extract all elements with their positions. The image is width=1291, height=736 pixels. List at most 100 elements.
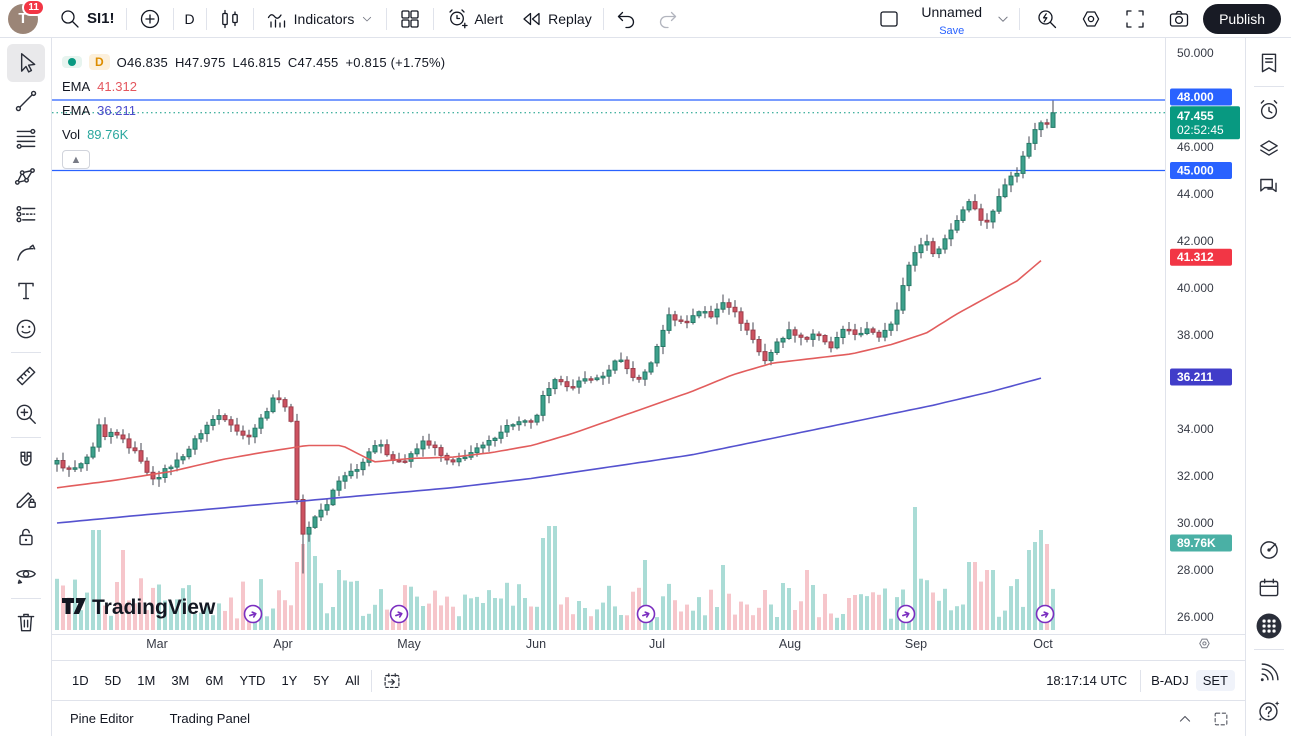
chevron-down-icon[interactable] (994, 10, 1012, 28)
data-mode-icon[interactable] (62, 56, 82, 68)
divider (126, 8, 127, 30)
tool-remove-drawings-icon[interactable] (7, 603, 45, 641)
legend-volume-row[interactable]: Vol 89.76K (62, 122, 445, 146)
price-scale-settings-icon[interactable] (1200, 639, 1209, 648)
compare-add-button[interactable] (130, 5, 170, 33)
range-1m[interactable]: 1M (129, 669, 163, 692)
price-badge: 48.000 (1170, 89, 1232, 106)
range-5d[interactable]: 5D (97, 669, 130, 692)
tool-help-icon[interactable] (1250, 692, 1288, 730)
layout-name-button[interactable]: Unnamed Save (913, 5, 990, 33)
create-alert-button[interactable]: Alert (437, 5, 511, 33)
tool-drawing-mode-icon[interactable] (7, 480, 45, 518)
ema-fast-line[interactable] (57, 261, 1041, 488)
symbol-search-button[interactable]: SI1! (50, 5, 123, 33)
interval-badge[interactable]: D (89, 54, 110, 70)
tool-hide-drawings-icon[interactable] (7, 556, 45, 594)
indicators-button[interactable]: Indicators (257, 5, 384, 33)
legend-ema-fast-row[interactable]: EMA 41.312 (62, 74, 445, 98)
tool-brush-icon[interactable] (7, 234, 45, 272)
help-icon (1256, 698, 1282, 724)
adjust-toggle[interactable]: B-ADJ (1144, 670, 1196, 691)
replay-button[interactable]: Replay (511, 5, 600, 33)
fullscreen-button[interactable] (1115, 5, 1155, 33)
tab-trading-panel[interactable]: Trading Panel (170, 711, 250, 726)
chevron-down-icon (359, 11, 375, 27)
right-toolbar (1245, 38, 1291, 736)
range-6m[interactable]: 6M (197, 669, 231, 692)
tool-text-icon[interactable] (7, 272, 45, 310)
undo-button[interactable] (607, 5, 647, 33)
range-5y[interactable]: 5Y (305, 669, 337, 692)
legend-main-row[interactable]: D O46.835 H47.975 L46.815 C47.455 +0.815… (62, 50, 445, 74)
legend-collapse-button[interactable]: ▲ (62, 150, 90, 169)
price-tick: 28.000 (1177, 563, 1214, 577)
tool-fib-retracement-icon[interactable] (7, 120, 45, 158)
range-all[interactable]: All (337, 669, 367, 692)
magnet-icon (13, 448, 39, 474)
contract-rollover-marker[interactable] (245, 606, 262, 623)
panel-expand-icon[interactable] (1175, 709, 1195, 729)
tool-cursor-icon[interactable] (7, 44, 45, 82)
range-1d[interactable]: 1D (64, 669, 97, 692)
contract-rollover-marker[interactable] (391, 606, 408, 623)
tool-signal-icon[interactable] (1250, 654, 1288, 692)
divider (386, 8, 387, 30)
chart-legend: D O46.835 H47.975 L46.815 C47.455 +0.815… (62, 50, 445, 169)
redo-button[interactable] (647, 5, 687, 33)
tab-pine-editor[interactable]: Pine Editor (70, 711, 134, 726)
tool-zoom-in-icon[interactable] (7, 395, 45, 433)
quick-search-button[interactable] (1027, 5, 1067, 33)
top-toolbar: T 11 SI1! D Indicators (0, 0, 1291, 38)
divider (11, 598, 41, 599)
remove-drawings-icon (13, 609, 39, 635)
tool-xabcd-pattern-icon[interactable] (7, 158, 45, 196)
svg-text:45.000: 45.000 (1177, 164, 1214, 178)
range-1y[interactable]: 1Y (273, 669, 305, 692)
object-tree-icon (1256, 135, 1282, 161)
legend-ema-slow-row[interactable]: EMA 36.211 (62, 98, 445, 122)
contract-rollover-marker[interactable] (898, 606, 915, 623)
user-menu-button[interactable]: T 11 (8, 4, 38, 34)
price-tick: 38.000 (1177, 328, 1214, 342)
tool-watchlist-icon[interactable] (1250, 44, 1288, 82)
clock-utc[interactable]: 18:17:14 UTC (1046, 673, 1137, 688)
divider (1019, 8, 1020, 30)
alert-label: Alert (474, 11, 503, 27)
tool-alerts-icon[interactable] (1250, 91, 1288, 129)
snapshot-button[interactable] (1159, 5, 1199, 33)
tool-trend-line-icon[interactable] (7, 82, 45, 120)
layout-grid-button[interactable] (390, 5, 430, 33)
tool-apps-grid-icon[interactable] (1250, 607, 1288, 645)
save-layout-icon-button[interactable] (869, 5, 909, 33)
contract-rollover-marker[interactable] (638, 606, 655, 623)
range-3m[interactable]: 3M (163, 669, 197, 692)
chart-settings-button[interactable] (1071, 5, 1111, 33)
tool-chat-icon[interactable] (1250, 167, 1288, 205)
tool-projection-icon[interactable] (7, 196, 45, 234)
tool-ruler-icon[interactable] (7, 357, 45, 395)
session-toggle[interactable]: SET (1196, 670, 1235, 691)
save-link[interactable]: Save (939, 25, 964, 37)
tool-calendar-icon[interactable] (1250, 569, 1288, 607)
panel-maximize-icon[interactable] (1211, 709, 1231, 729)
tool-lock-drawings-icon[interactable] (7, 518, 45, 556)
divider (433, 8, 434, 30)
tool-magnet-icon[interactable] (7, 442, 45, 480)
fullscreen-icon (1123, 7, 1147, 31)
cursor-icon (13, 50, 39, 76)
volume-label: Vol (62, 127, 80, 142)
tool-object-tree-icon[interactable] (1250, 129, 1288, 167)
publish-button[interactable]: Publish (1203, 4, 1281, 34)
goto-date-icon[interactable] (381, 670, 403, 692)
chart-style-button[interactable] (210, 5, 250, 33)
tool-emoji-icon[interactable] (7, 310, 45, 348)
contract-rollover-marker[interactable] (1037, 606, 1054, 623)
tool-screener-icon[interactable] (1250, 531, 1288, 569)
chart-canvas[interactable]: TradingView50.00046.00044.00042.00040.00… (52, 38, 1245, 660)
price-tick: 32.000 (1177, 469, 1214, 483)
time-tick: Oct (1033, 637, 1053, 651)
interval-button[interactable]: D (177, 5, 203, 33)
divider (603, 8, 604, 30)
range-ytd[interactable]: YTD (231, 669, 273, 692)
